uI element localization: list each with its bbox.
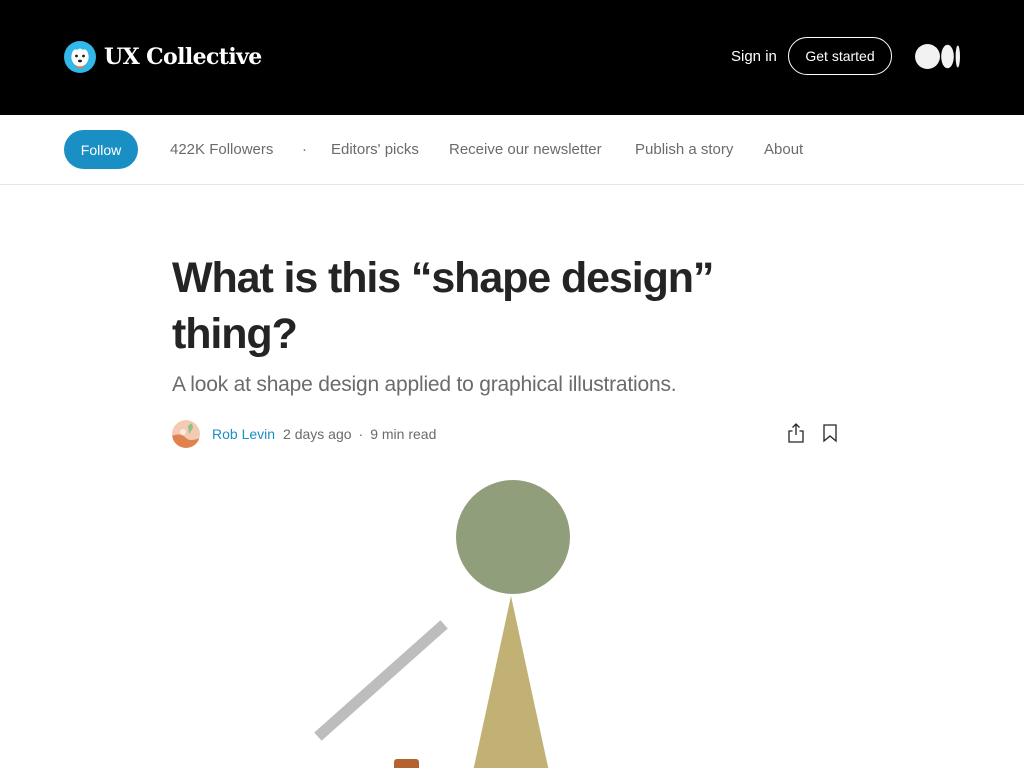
hero-illustration bbox=[172, 470, 852, 773]
illustration-stick bbox=[314, 620, 448, 741]
article-subtitle: A look at shape design applied to graphi… bbox=[172, 373, 677, 396]
author-name-link[interactable]: Rob Levin bbox=[212, 426, 275, 442]
author-avatar[interactable] bbox=[172, 420, 200, 448]
ux-collective-logo-icon bbox=[64, 41, 96, 73]
site-header: UX Collective Sign in Get started bbox=[0, 0, 1024, 115]
share-icon[interactable] bbox=[786, 422, 806, 444]
article-meta: Rob Levin 2 days ago · 9 min read bbox=[172, 419, 840, 449]
shape-design-illustration bbox=[314, 480, 570, 773]
publish-date: 2 days ago bbox=[283, 426, 352, 442]
article-header: What is this “shape design” thing? A loo… bbox=[172, 250, 852, 400]
nav-link-publish-story[interactable]: Publish a story bbox=[635, 140, 733, 160]
medium-logo-icon[interactable] bbox=[915, 44, 961, 69]
meta-separator: · bbox=[358, 426, 364, 442]
sign-in-link[interactable]: Sign in bbox=[731, 47, 777, 67]
bookmark-icon[interactable] bbox=[820, 422, 840, 444]
followers-count: 422K Followers bbox=[170, 141, 274, 158]
illustration-triangle bbox=[472, 596, 550, 773]
nav-link-about[interactable]: About bbox=[764, 140, 803, 160]
nav-link-editors-picks[interactable]: Editors' picks bbox=[331, 140, 419, 160]
illustration-circle bbox=[456, 480, 570, 594]
publication-nav: Follow 422K Followers · Editors' picks R… bbox=[0, 115, 1024, 185]
publication-brand[interactable]: UX Collective bbox=[64, 41, 262, 73]
follow-publication-button[interactable]: Follow bbox=[64, 130, 138, 169]
nav-link-newsletter[interactable]: Receive our newsletter bbox=[449, 140, 602, 160]
article-title: What is this “shape design” thing? bbox=[172, 254, 714, 358]
get-started-button[interactable]: Get started bbox=[788, 37, 892, 75]
illustration-small-shape bbox=[394, 759, 419, 773]
article-actions bbox=[786, 422, 840, 444]
read-time: 9 min read bbox=[370, 426, 437, 442]
nav-separator: · bbox=[302, 141, 307, 158]
publication-name: UX Collective bbox=[104, 44, 262, 70]
